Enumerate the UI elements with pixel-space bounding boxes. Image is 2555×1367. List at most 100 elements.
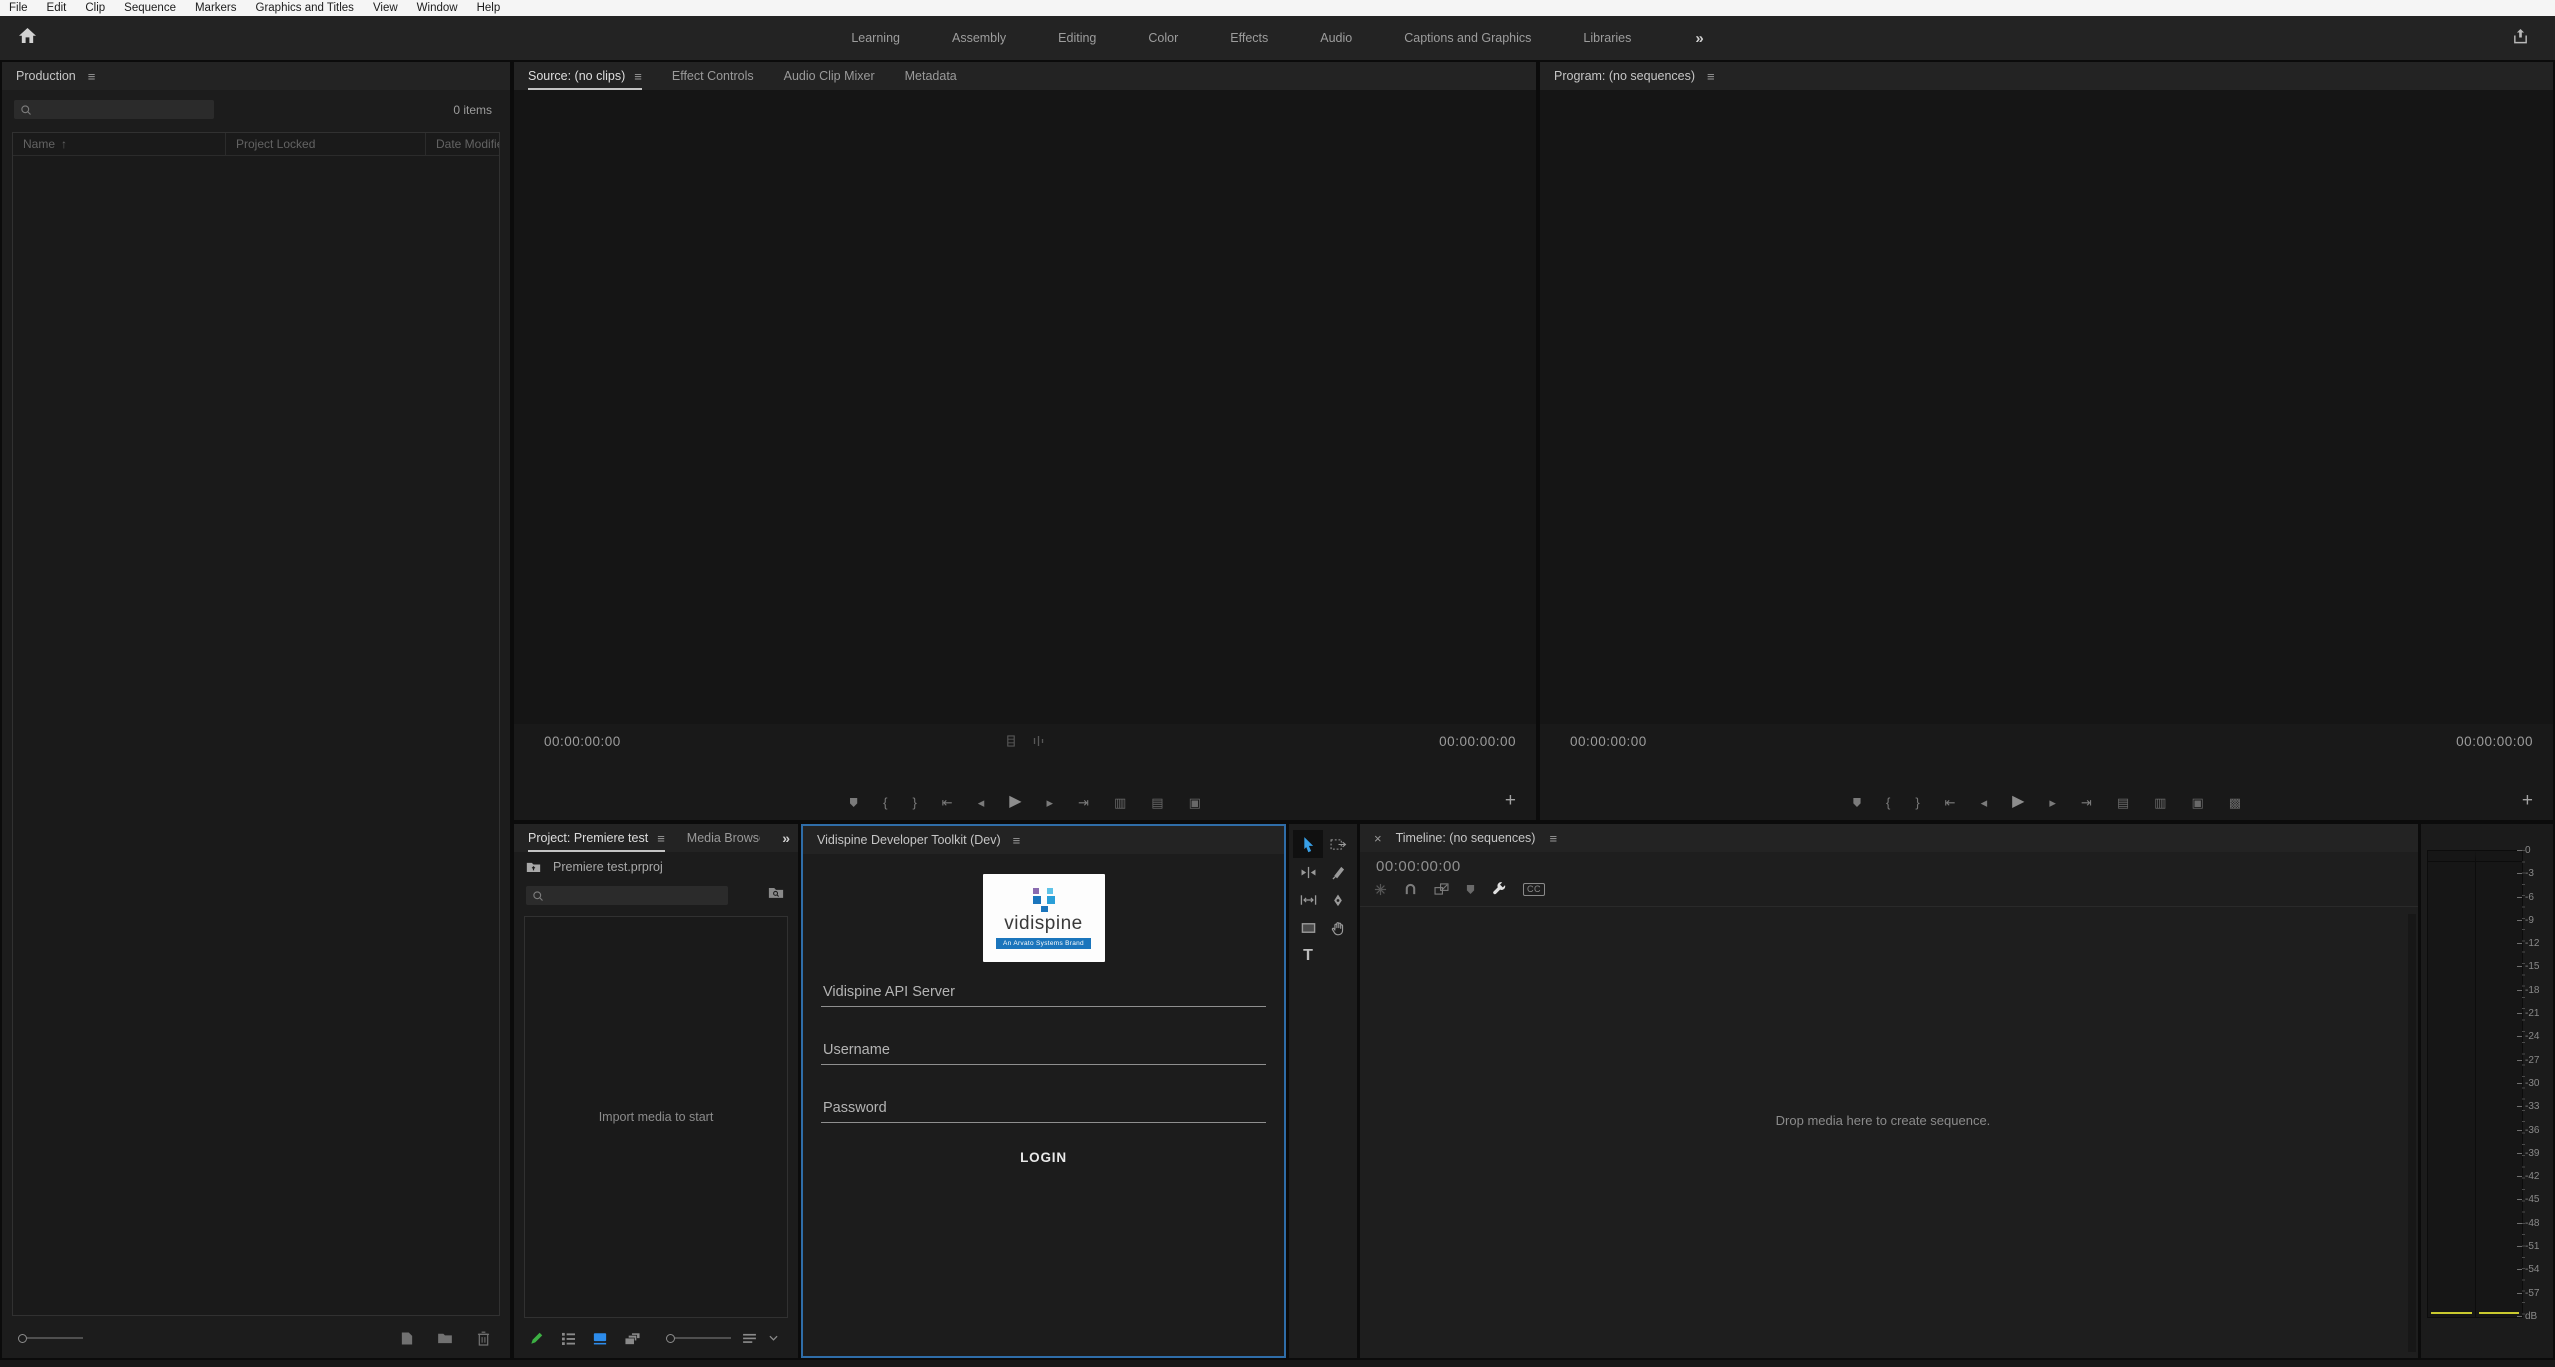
pen-tool-icon[interactable] xyxy=(1323,886,1353,914)
go-to-out-icon[interactable]: ⇥ xyxy=(1078,796,1089,809)
tab-media-browser[interactable]: Media Browser xyxy=(687,824,760,852)
timeline-panel-menu-icon[interactable]: ≡ xyxy=(1549,832,1557,845)
program-button-editor-icon[interactable]: + xyxy=(2522,791,2533,810)
selection-tool-icon[interactable] xyxy=(1293,830,1323,858)
audio-meter[interactable] xyxy=(2427,850,2523,1318)
new-item-icon[interactable] xyxy=(401,1331,413,1346)
sort-icon[interactable] xyxy=(742,1333,757,1344)
new-bin-icon[interactable] xyxy=(437,1332,453,1344)
razor-tool-icon[interactable] xyxy=(1323,858,1353,886)
lift-icon[interactable]: ▤ xyxy=(2117,796,2129,809)
workspace-tab-libraries[interactable]: Libraries xyxy=(1583,31,1631,45)
menu-file[interactable]: File xyxy=(9,2,28,14)
navigate-up-icon[interactable] xyxy=(526,861,541,873)
workspace-tab-captions-and-graphics[interactable]: Captions and Graphics xyxy=(1404,31,1531,45)
menu-markers[interactable]: Markers xyxy=(195,2,237,14)
delete-icon[interactable] xyxy=(477,1331,490,1346)
source-panel-menu-icon[interactable]: ≡ xyxy=(634,70,642,83)
source-button-editor-icon[interactable]: + xyxy=(1505,791,1516,810)
api-server-field[interactable] xyxy=(821,979,1266,1007)
workspace-tab-editing[interactable]: Editing xyxy=(1058,31,1096,45)
tab-source[interactable]: Source: (no clips) ≡ xyxy=(528,62,642,90)
mark-out-icon[interactable]: } xyxy=(912,796,916,809)
search-bin-icon[interactable] xyxy=(768,886,784,899)
add-marker-icon[interactable] xyxy=(849,797,858,808)
step-forward-icon[interactable]: ▸ xyxy=(1047,796,1054,809)
insert-icon[interactable]: ▥ xyxy=(1114,796,1126,809)
menu-edit[interactable]: Edit xyxy=(47,2,67,14)
menu-sequence[interactable]: Sequence xyxy=(124,2,176,14)
column-header-name[interactable]: Name ↑ xyxy=(13,133,225,155)
workspace-overflow-chevron-icon[interactable]: » xyxy=(1695,30,1703,47)
insert-as-nest-icon[interactable] xyxy=(1374,883,1387,896)
go-to-in-icon[interactable]: ⇤ xyxy=(942,796,953,809)
captions-icon[interactable]: CC xyxy=(1523,883,1545,896)
production-panel-menu-icon[interactable]: ≡ xyxy=(88,70,96,83)
mark-in-icon[interactable]: { xyxy=(883,796,887,809)
list-view-icon[interactable] xyxy=(561,1332,576,1345)
login-button[interactable]: LOGIN xyxy=(1020,1150,1067,1165)
column-header-date-modified[interactable]: Date Modified xyxy=(425,133,499,155)
export-frame-icon[interactable]: ▣ xyxy=(2191,796,2203,809)
production-search-input[interactable] xyxy=(14,100,214,119)
workspace-tab-effects[interactable]: Effects xyxy=(1230,31,1268,45)
mark-in-icon[interactable]: { xyxy=(1886,796,1890,809)
project-panel-menu-icon[interactable]: ≡ xyxy=(657,832,665,845)
track-select-forward-tool-icon[interactable] xyxy=(1323,830,1353,858)
tab-metadata[interactable]: Metadata xyxy=(905,62,957,90)
drag-audio-only-icon[interactable] xyxy=(1033,735,1045,747)
project-writable-pencil-icon[interactable] xyxy=(530,1331,544,1345)
play-icon[interactable]: ▶ xyxy=(2012,794,2024,810)
linked-selection-icon[interactable] xyxy=(1434,883,1449,895)
go-to-out-icon[interactable]: ⇥ xyxy=(2081,796,2092,809)
menu-window[interactable]: Window xyxy=(417,2,458,14)
timeline-track-area[interactable]: Drop media here to create sequence. xyxy=(1360,907,2406,1354)
icon-view-icon[interactable] xyxy=(593,1332,607,1345)
workspace-tab-audio[interactable]: Audio xyxy=(1320,31,1352,45)
add-marker-icon[interactable] xyxy=(1466,884,1475,895)
project-search-input[interactable] xyxy=(526,886,728,905)
step-forward-icon[interactable]: ▸ xyxy=(2049,796,2056,809)
snap-magnet-icon[interactable] xyxy=(1404,883,1417,896)
mark-out-icon[interactable]: } xyxy=(1915,796,1919,809)
chevron-down-icon[interactable] xyxy=(769,1335,778,1341)
menu-help[interactable]: Help xyxy=(477,2,501,14)
overwrite-icon[interactable]: ▤ xyxy=(1151,796,1163,809)
workspace-tab-assembly[interactable]: Assembly xyxy=(952,31,1006,45)
timeline-display-settings-wrench-icon[interactable] xyxy=(1492,882,1506,896)
timeline-timecode[interactable]: 00:00:00:00 xyxy=(1376,858,1461,875)
play-icon[interactable]: ▶ xyxy=(1009,794,1021,810)
extract-icon[interactable]: ▥ xyxy=(2154,796,2166,809)
workspace-tab-color[interactable]: Color xyxy=(1148,31,1178,45)
username-field[interactable] xyxy=(821,1037,1266,1065)
project-zoom-slider[interactable] xyxy=(666,1334,731,1343)
share-icon[interactable] xyxy=(2512,28,2529,45)
drag-video-only-icon[interactable] xyxy=(1006,735,1017,747)
production-zoom-slider[interactable] xyxy=(18,1334,83,1343)
slider-knob[interactable] xyxy=(18,1334,27,1343)
slip-tool-icon[interactable] xyxy=(1293,886,1323,914)
freeform-view-icon[interactable] xyxy=(624,1332,641,1345)
step-back-icon[interactable]: ◂ xyxy=(978,796,985,809)
menu-view[interactable]: View xyxy=(373,2,398,14)
menu-graphics-and-titles[interactable]: Graphics and Titles xyxy=(256,2,354,14)
project-overflow-chevron-icon[interactable]: » xyxy=(782,830,790,846)
tab-project[interactable]: Project: Premiere test ≡ xyxy=(528,824,665,852)
program-panel-menu-icon[interactable]: ≡ xyxy=(1707,70,1715,83)
rectangle-tool-icon[interactable] xyxy=(1293,914,1323,942)
export-frame-icon[interactable]: ▣ xyxy=(1189,796,1201,809)
password-field[interactable] xyxy=(821,1095,1266,1123)
timeline-vertical-scrollbar[interactable] xyxy=(2408,914,2416,1352)
vidispine-panel-menu-icon[interactable]: ≡ xyxy=(1013,834,1021,847)
tab-audio-clip-mixer[interactable]: Audio Clip Mixer xyxy=(784,62,875,90)
project-content-area[interactable]: Import media to start xyxy=(524,916,788,1318)
project-file-name[interactable]: Premiere test.prproj xyxy=(553,860,663,874)
slider-knob[interactable] xyxy=(666,1334,675,1343)
menu-clip[interactable]: Clip xyxy=(85,2,105,14)
ripple-edit-tool-icon[interactable] xyxy=(1293,858,1323,886)
type-tool-icon[interactable]: T xyxy=(1293,942,1323,970)
home-icon[interactable] xyxy=(18,27,37,44)
step-back-icon[interactable]: ◂ xyxy=(1981,796,1988,809)
column-header-project-locked[interactable]: Project Locked xyxy=(225,133,425,155)
go-to-in-icon[interactable]: ⇤ xyxy=(1945,796,1956,809)
